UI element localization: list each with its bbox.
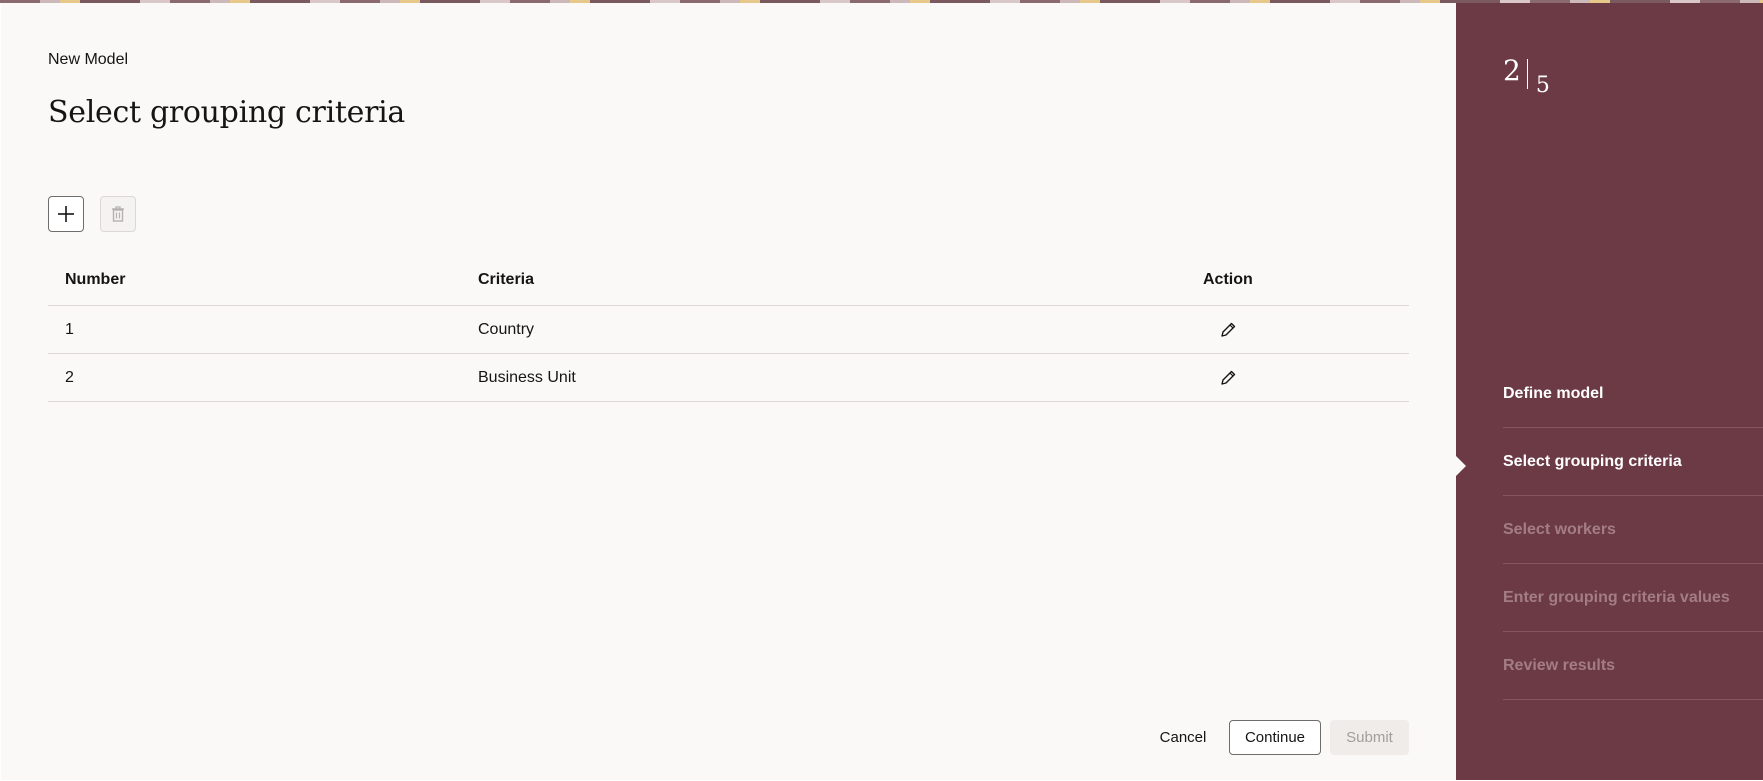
- column-header-action: Action: [1203, 271, 1253, 288]
- page-title: Select grouping criteria: [48, 95, 406, 130]
- table-row[interactable]: 1 Country: [48, 306, 1409, 354]
- step-select-grouping-criteria[interactable]: Select grouping criteria: [1503, 428, 1763, 496]
- delete-criteria-button[interactable]: [100, 196, 136, 232]
- pencil-icon[interactable]: [1218, 368, 1238, 388]
- row-number: 2: [65, 369, 74, 386]
- step-review-results: Review results: [1503, 632, 1763, 700]
- add-criteria-button[interactable]: [48, 196, 84, 232]
- cancel-button[interactable]: Cancel: [1151, 720, 1215, 755]
- step-define-model[interactable]: Define model: [1503, 360, 1763, 428]
- step-enter-grouping-criteria-values: Enter grouping criteria values: [1503, 564, 1763, 632]
- plus-icon: [58, 206, 74, 222]
- column-header-criteria[interactable]: Criteria: [478, 271, 534, 289]
- column-header-number[interactable]: Number: [65, 271, 125, 289]
- pencil-icon[interactable]: [1218, 320, 1238, 340]
- table-header: Number Criteria Action: [48, 259, 1409, 306]
- continue-button[interactable]: Continue: [1229, 720, 1321, 755]
- main-panel: New Model Select grouping criteria Numbe…: [1, 3, 1456, 780]
- step-divider: [1526, 59, 1528, 89]
- table-row[interactable]: 2 Business Unit: [48, 354, 1409, 402]
- row-number: 1: [65, 321, 74, 338]
- submit-button[interactable]: Submit: [1330, 720, 1409, 755]
- active-step-pointer: [1454, 454, 1466, 478]
- step-list: Define model Select grouping criteria Se…: [1503, 360, 1763, 700]
- row-criteria: Business Unit: [478, 369, 576, 386]
- step-select-workers: Select workers: [1503, 496, 1763, 564]
- criteria-table: Number Criteria Action 1 Country 2 Busin…: [48, 259, 1409, 402]
- page-subtitle: New Model: [48, 51, 129, 68]
- step-counter: 2 5: [1503, 55, 1550, 97]
- total-steps-number: 5: [1535, 73, 1550, 98]
- current-step-number: 2: [1503, 54, 1521, 87]
- trash-icon: [112, 206, 124, 222]
- progress-sidebar: 2 5 Define model Select grouping criteri…: [1454, 3, 1763, 780]
- row-criteria: Country: [478, 321, 535, 338]
